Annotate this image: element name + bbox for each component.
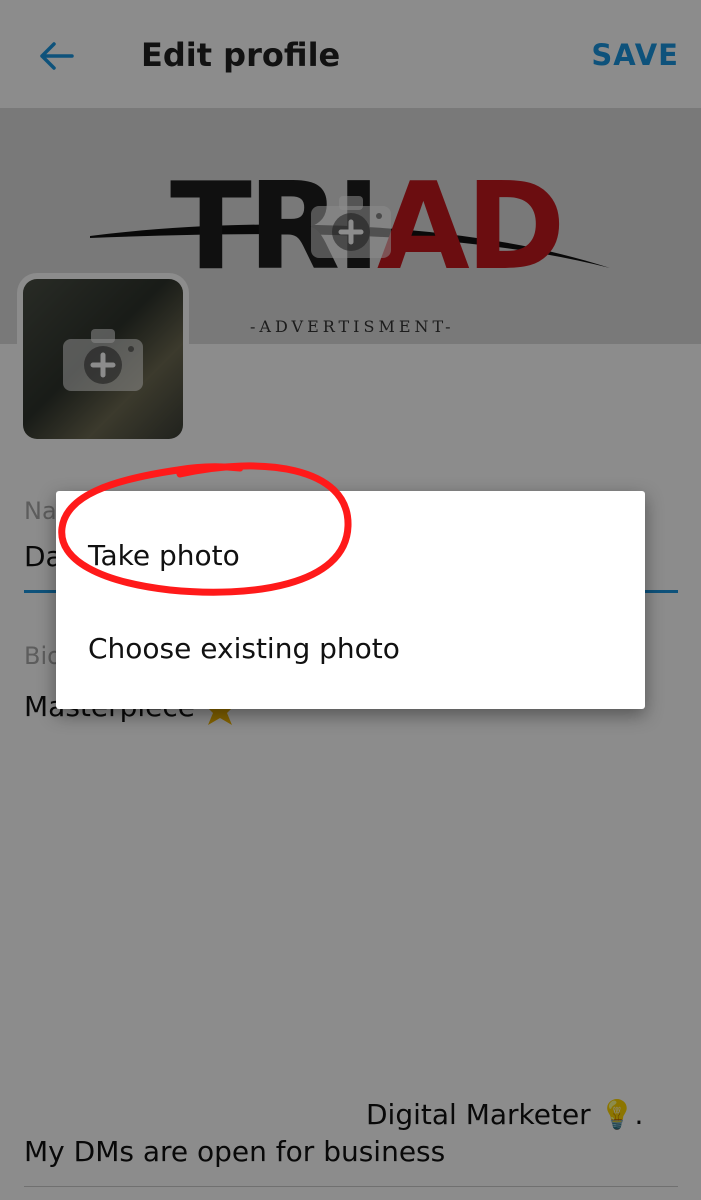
choose-existing-photo-option[interactable]: Choose existing photo [88, 632, 400, 665]
annotation-circle [58, 462, 352, 596]
